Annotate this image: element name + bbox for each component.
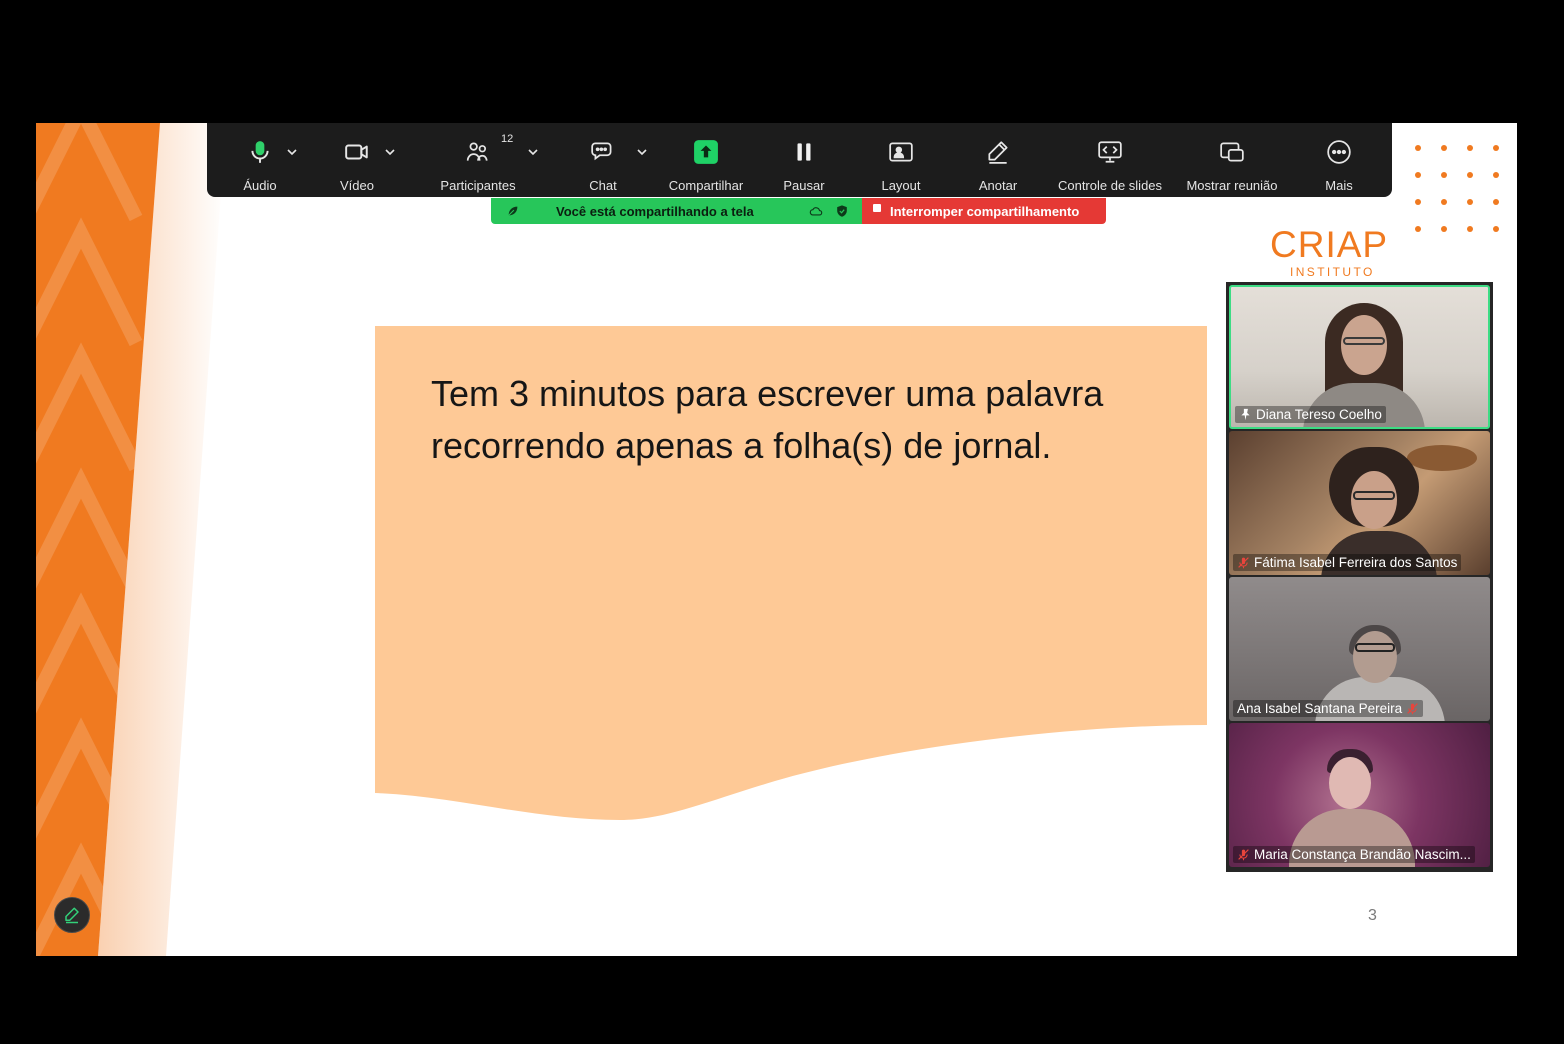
annotate-button[interactable]: Anotar <box>933 123 1063 197</box>
more-label: Mais <box>1325 178 1353 193</box>
slide-control-button[interactable]: Controle de slides <box>1045 123 1175 197</box>
more-button[interactable]: Mais <box>1274 123 1404 197</box>
stop-square-icon <box>872 203 882 213</box>
orange-side-stripe <box>36 123 226 956</box>
logo-subtitle: INSTITUTO <box>1290 265 1375 279</box>
participant-video-tile[interactable]: Maria Constança Brandão Nascim... <box>1229 723 1490 867</box>
participant-face <box>1341 315 1387 375</box>
participant-name: Fátima Isabel Ferreira dos Santos <box>1254 555 1458 570</box>
shield-icon <box>835 204 849 218</box>
ceiling-lamp <box>1407 445 1477 471</box>
glasses <box>1355 643 1395 652</box>
participants-icon <box>465 139 491 165</box>
participant-name-tag: Diana Tereso Coelho <box>1235 406 1386 423</box>
floating-annotate-button[interactable] <box>54 897 90 933</box>
glasses <box>1353 491 1395 500</box>
participant-face <box>1351 471 1397 529</box>
video-camera-icon <box>344 139 370 165</box>
participant-face <box>1353 631 1397 683</box>
glasses <box>1343 337 1385 345</box>
slide-instruction-text: Tem 3 minutos para escrever uma palavra … <box>431 368 1191 472</box>
slide-control-label: Controle de slides <box>1057 178 1163 193</box>
leaf-icon <box>506 204 520 218</box>
more-icon <box>1326 139 1352 165</box>
presentation-slide: Áudio Vídeo 12 Participantes Chat Compar… <box>36 123 1517 956</box>
participant-name: Diana Tereso Coelho <box>1256 407 1382 422</box>
muted-microphone-icon <box>1238 849 1249 861</box>
show-meeting-icon <box>1219 139 1245 165</box>
participant-video-tile[interactable]: Diana Tereso Coelho <box>1229 285 1490 429</box>
video-label: Vídeo <box>340 178 374 193</box>
participant-name-tag: Maria Constança Brandão Nascim... <box>1233 846 1475 863</box>
microphone-icon <box>247 139 273 165</box>
participant-video-tile[interactable]: Fátima Isabel Ferreira dos Santos <box>1229 431 1490 575</box>
participant-name: Maria Constança Brandão Nascim... <box>1254 847 1471 862</box>
sharing-message: Você está compartilhando a tela <box>556 204 754 219</box>
participant-name: Ana Isabel Santana Pereira <box>1237 701 1403 716</box>
slide-control-icon <box>1097 139 1123 165</box>
pause-icon <box>791 139 817 165</box>
chat-icon <box>590 139 616 165</box>
slide-text-line: Tem 3 minutos para escrever uma palavra <box>431 373 1104 414</box>
stop-sharing-label: Interromper compartilhamento <box>890 204 1080 219</box>
sharing-indicator: Você está compartilhando a tela <box>491 198 862 224</box>
participant-name-tag: Ana Isabel Santana Pereira <box>1233 700 1424 717</box>
participant-video-tile[interactable]: Ana Isabel Santana Pereira <box>1229 577 1490 721</box>
decorative-dot-grid <box>1415 145 1505 235</box>
pin-icon <box>1241 408 1250 421</box>
criap-logo: CRIAP INSTITUTO <box>1270 224 1400 280</box>
participant-face <box>1329 757 1371 809</box>
share-status-bar: Você está compartilhando a tela Interrom… <box>491 198 1106 224</box>
slide-page-number: 3 <box>1368 907 1377 924</box>
stop-sharing-button[interactable]: Interromper compartilhamento <box>862 198 1106 224</box>
layout-icon <box>888 139 914 165</box>
participant-name-tag: Fátima Isabel Ferreira dos Santos <box>1233 554 1462 571</box>
participant-video-panel: Diana Tereso Coelho Fátima Isabel Ferrei… <box>1226 282 1493 872</box>
pencil-icon <box>985 139 1011 165</box>
meeting-toolbar: Áudio Vídeo 12 Participantes Chat Compar… <box>207 123 1392 197</box>
annotate-label: Anotar <box>978 178 1018 193</box>
participants-count-badge: 12 <box>501 133 514 145</box>
muted-microphone-icon <box>1407 703 1418 715</box>
participants-button[interactable]: 12 Participantes <box>413 123 543 197</box>
video-options-chevron-icon[interactable] <box>384 148 396 156</box>
cloud-icon <box>809 204 823 218</box>
share-screen-icon <box>693 139 719 165</box>
participants-label: Participantes <box>440 178 516 193</box>
pencil-icon <box>65 907 79 924</box>
logo-name: CRIAP <box>1270 224 1389 265</box>
muted-microphone-icon <box>1238 557 1249 569</box>
slide-text-line: recorrendo apenas a folha(s) de jornal. <box>431 425 1052 466</box>
video-button[interactable]: Vídeo <box>292 123 422 197</box>
